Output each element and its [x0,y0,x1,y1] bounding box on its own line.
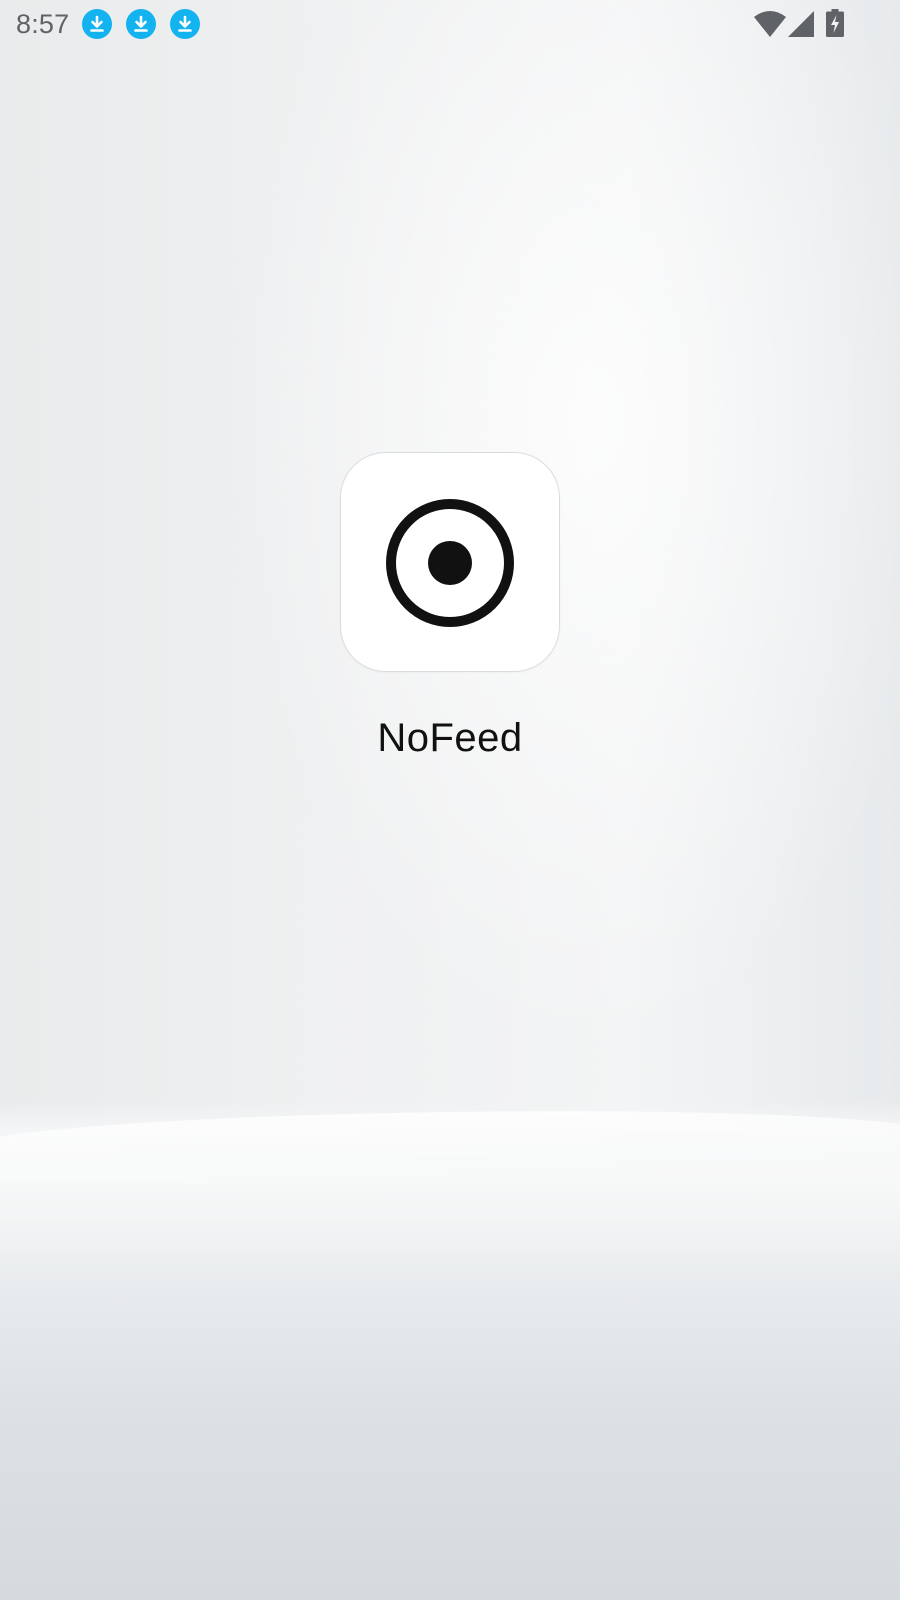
status-bar: 8:57 [0,0,900,48]
status-time: 8:57 [16,9,70,39]
app-shortcut-nofeed[interactable]: NoFeed [340,452,560,761]
download-notification-icon [82,9,112,39]
battery-charging-icon [826,9,844,37]
download-notification-icon [170,9,200,39]
download-notification-icon [126,9,156,39]
cellular-signal-icon [788,11,814,37]
app-label[interactable]: NoFeed [340,716,560,761]
target-circle-icon [386,499,514,627]
wifi-icon [754,11,786,37]
nofeed-app-icon[interactable] [340,452,560,672]
